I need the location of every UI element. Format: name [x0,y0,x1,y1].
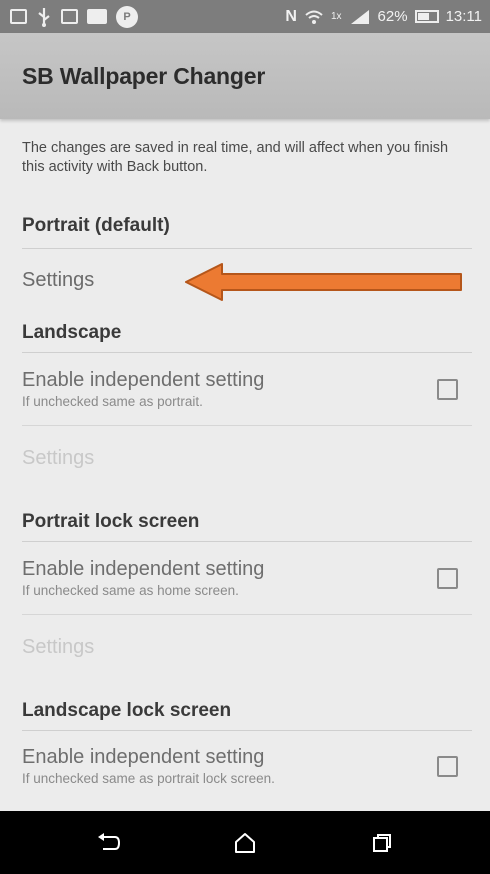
landscape-lock-toggle-title: Enable independent setting [22,746,265,768]
back-icon [98,832,121,850]
back-button[interactable] [78,818,138,868]
landscape-lock-toggle-summary: If unchecked same as portrait lock scree… [22,771,275,786]
home-button[interactable] [215,818,275,868]
preferences-list: The changes are saved in real time, and … [22,119,472,801]
navigation-bar [0,811,490,874]
app-title: SB Wallpaper Changer [22,62,266,89]
intro-text: The changes are saved in real time, and … [22,140,449,175]
portrait-lock-checkbox[interactable] [437,567,458,589]
portrait-lock-independent-toggle[interactable]: Enable independent setting If unchecked … [22,542,472,615]
portrait-lock-settings-item[interactable]: Settings [22,615,472,679]
landscape-toggle-title: Enable independent setting [22,369,265,391]
recents-icon [372,833,391,852]
landscape-settings-item[interactable]: Settings [22,426,472,490]
section-header-landscape-lock: Landscape lock screen [22,679,472,731]
action-bar: SB Wallpaper Changer [0,33,490,119]
clock: 13:11 [445,8,482,25]
landscape-checkbox[interactable] [437,378,458,400]
status-bar: P N 1x 62% 13:11 [0,0,490,33]
portrait-lock-toggle-summary: If unchecked same as home screen. [22,583,239,598]
section-header-landscape: Landscape [22,311,472,353]
landscape-lock-independent-toggle[interactable]: Enable independent setting If unchecked … [22,731,472,801]
usb-icon [36,7,52,27]
pin-badge-icon: P [116,5,138,28]
portrait-lock-toggle-title: Enable independent setting [22,558,265,580]
recents-button[interactable] [352,818,412,868]
landscape-lock-toggle-text: Enable independent setting If unchecked … [22,744,425,788]
notification-box-icon [87,9,107,24]
screen-mirroring-icon [10,9,27,24]
section-header-portrait: Portrait (default) [22,207,472,249]
status-left-icons: P [10,5,138,28]
sd-card-icon [61,9,78,24]
battery-icon [414,10,439,23]
cell-signal-icon [349,9,371,25]
signal-type-label: 1x [330,11,342,22]
landscape-independent-toggle[interactable]: Enable independent setting If unchecked … [22,353,472,426]
landscape-toggle-summary: If unchecked same as portrait. [22,394,203,409]
home-icon [234,832,255,853]
section-header-portrait-lock: Portrait lock screen [22,490,472,542]
landscape-lock-checkbox[interactable] [437,755,458,777]
landscape-toggle-text: Enable independent setting If unchecked … [22,367,425,411]
annotation-arrow-shape [185,263,462,301]
wifi-icon [304,9,324,25]
status-right-icons: N 1x 62% 13:11 [285,8,482,26]
nfc-icon: N [285,7,297,25]
portrait-lock-toggle-text: Enable independent setting If unchecked … [22,556,425,600]
annotation-arrow [185,263,462,301]
battery-percent: 62% [377,8,408,25]
